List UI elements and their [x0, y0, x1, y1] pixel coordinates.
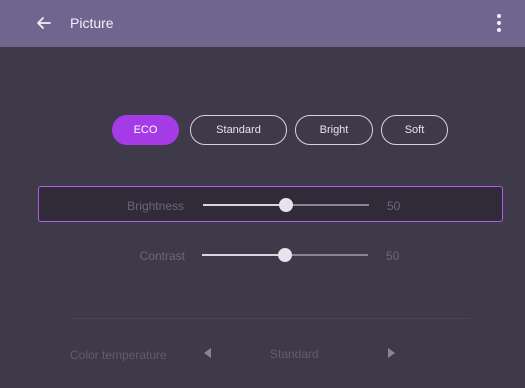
brightness-slider[interactable] — [203, 198, 369, 212]
mode-bright-button[interactable]: Bright — [295, 115, 373, 145]
contrast-slider-fill — [202, 254, 285, 256]
brightness-value: 50 — [387, 199, 401, 213]
arrow-left-icon — [37, 17, 51, 29]
brightness-row[interactable]: Brightness 50 — [38, 186, 503, 222]
contrast-slider[interactable] — [202, 248, 368, 262]
contrast-slider-thumb[interactable] — [278, 248, 292, 262]
top-bar: Picture — [0, 0, 525, 47]
brightness-label: Brightness — [127, 199, 184, 213]
color-temperature-label: Color temperature — [70, 348, 167, 362]
triangle-right-icon[interactable] — [388, 348, 395, 358]
picture-settings-screen: Picture ECO Standard Bright Soft Brightn… — [0, 0, 525, 388]
contrast-row[interactable]: Contrast 50 — [38, 237, 503, 273]
more-vertical-icon — [497, 14, 501, 18]
triangle-left-icon[interactable] — [204, 348, 211, 358]
contrast-value: 50 — [386, 249, 400, 263]
page-title: Picture — [70, 15, 114, 31]
mode-eco-button[interactable]: ECO — [112, 115, 179, 145]
brightness-slider-fill — [203, 204, 286, 206]
mode-standard-button[interactable]: Standard — [190, 115, 287, 145]
section-divider — [70, 318, 470, 319]
mode-soft-button[interactable]: Soft — [381, 115, 448, 145]
more-vertical-icon-dot — [497, 21, 501, 25]
more-options-button[interactable] — [492, 11, 506, 35]
brightness-slider-thumb[interactable] — [279, 198, 293, 212]
back-button[interactable] — [34, 13, 54, 33]
color-temperature-value: Standard — [270, 347, 319, 361]
more-vertical-icon-dot — [497, 28, 501, 32]
contrast-label: Contrast — [139, 249, 185, 263]
